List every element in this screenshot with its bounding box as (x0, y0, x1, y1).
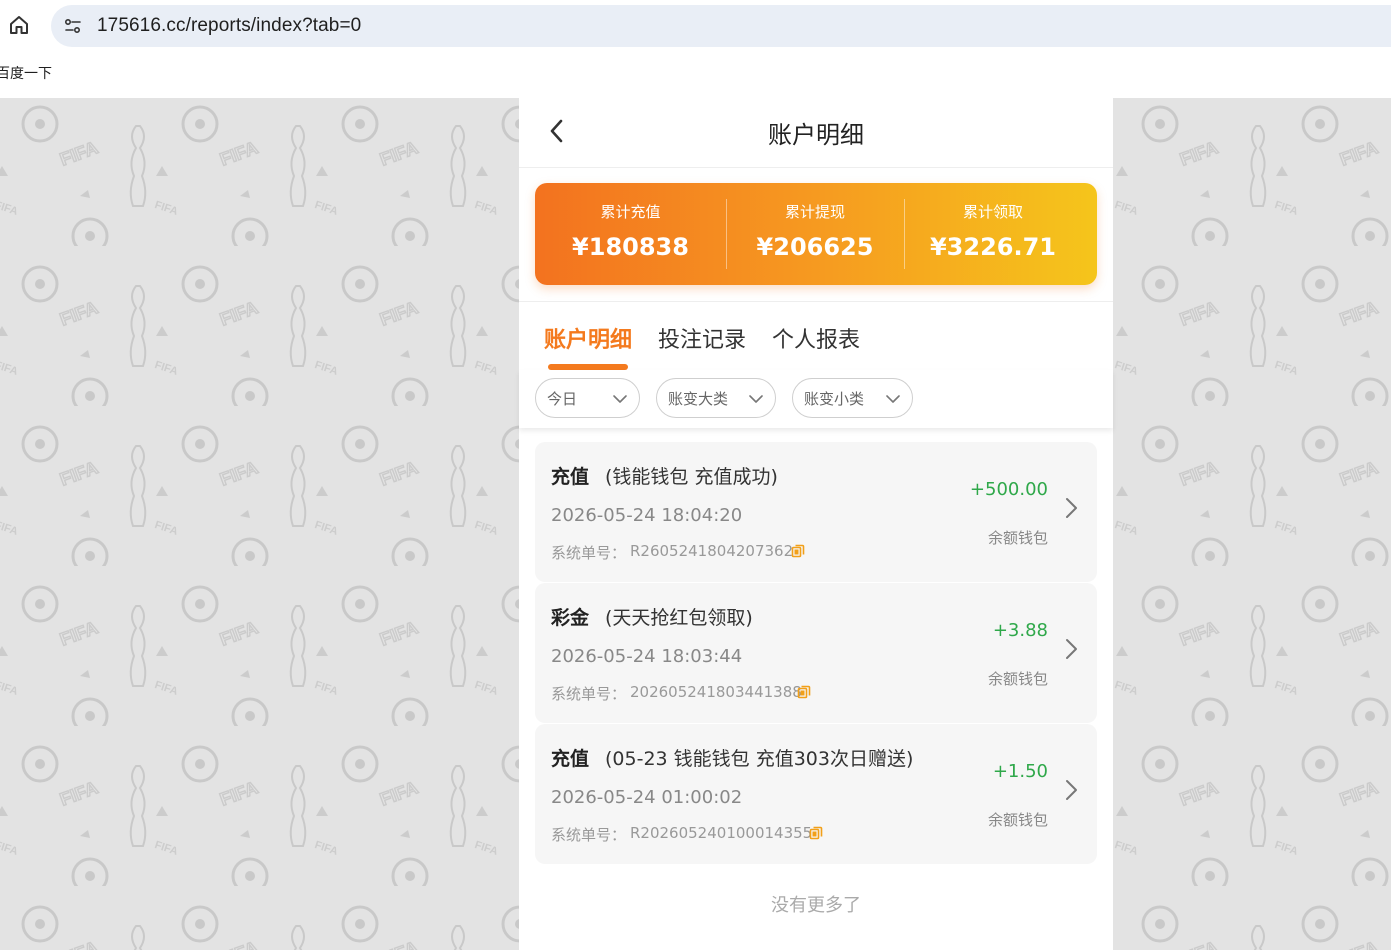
tab-personal-report[interactable]: 个人报表 (772, 322, 860, 354)
copy-icon[interactable] (791, 544, 805, 558)
bookmarks-bar: 百度一下 (0, 54, 1391, 98)
chevron-down-icon (613, 395, 627, 403)
home-icon[interactable] (6, 12, 32, 38)
order-number: R202605240100014355 (630, 824, 813, 842)
filter-label: 账变大类 (668, 390, 729, 408)
mobile-app-panel: 账户明细 累计充值 ¥180838 累计提现 ¥206625 累计领取 ¥322… (519, 98, 1113, 950)
record-type: 充值 (551, 466, 590, 488)
record-description: (05-23 钱能钱包 充值303次日赠送) (605, 748, 914, 770)
record-description: (钱能钱包 充值成功) (605, 466, 778, 488)
record-wallet: 余额钱包 (987, 529, 1048, 547)
chevron-down-icon (886, 395, 900, 403)
summary-card: 累计充值 ¥180838 累计提现 ¥206625 累计领取 ¥3226.71 (535, 183, 1097, 285)
tab-account-details[interactable]: 账户明细 (544, 322, 632, 354)
summary-total-deposit: 累计充值 ¥180838 (535, 183, 726, 285)
url-text[interactable]: 175616.cc/reports/index?tab=0 (97, 15, 361, 37)
tab-bar: 账户明细 投注记录 个人报表 (519, 302, 1113, 372)
tab-bet-records[interactable]: 投注记录 (658, 322, 746, 354)
summary-total-withdraw: 累计提现 ¥206625 (726, 183, 904, 285)
order-number: 202605241803441388 (630, 683, 802, 701)
filter-label: 今日 (547, 390, 578, 408)
record-item[interactable]: 充值 (05-23 钱能钱包 充值303次日赠送) 2026-05-24 01:… (535, 724, 1097, 864)
filter-bar: 今日 账变大类 账变小类 (519, 370, 1113, 428)
record-time: 2026-05-24 18:04:20 (551, 505, 743, 526)
no-more-text: 没有更多了 (771, 895, 861, 916)
record-amount: +500.00 (969, 479, 1048, 500)
record-type: 彩金 (551, 607, 590, 629)
summary-label: 累计领取 (962, 203, 1023, 221)
summary-label: 累计提现 (784, 203, 845, 221)
record-description: (天天抢红包领取) (605, 607, 753, 629)
summary-label: 累计充值 (600, 203, 661, 221)
chevron-down-icon (749, 395, 763, 403)
filter-sub-category[interactable]: 账变小类 (792, 378, 913, 418)
chevron-right-icon (1066, 498, 1077, 518)
summary-value: ¥180838 (572, 233, 689, 261)
filter-date[interactable]: 今日 (535, 378, 640, 418)
record-time: 2026-05-24 01:00:02 (551, 787, 743, 808)
order-number: R2605241804207362 (630, 542, 794, 560)
record-wallet: 余额钱包 (987, 811, 1048, 829)
record-amount: +1.50 (992, 761, 1048, 782)
summary-value: ¥3226.71 (929, 233, 1056, 261)
url-field[interactable]: 175616.cc/reports/index?tab=0 (51, 5, 1391, 47)
summary-value: ¥206625 (756, 233, 874, 261)
filter-main-category[interactable]: 账变大类 (656, 378, 776, 418)
record-type: 充值 (551, 748, 590, 770)
copy-icon[interactable] (809, 826, 823, 840)
copy-icon[interactable] (797, 685, 811, 699)
app-header: 账户明细 (519, 98, 1113, 168)
browser-address-bar: 175616.cc/reports/index?tab=0 (0, 0, 1391, 54)
site-settings-icon[interactable] (63, 16, 83, 36)
chevron-right-icon (1066, 780, 1077, 800)
page-title: 账户明细 (768, 121, 864, 149)
order-number-label: 系统单号： (551, 685, 627, 703)
record-time: 2026-05-24 18:03:44 (551, 646, 743, 667)
filter-label: 账变小类 (804, 390, 865, 408)
summary-total-claimed: 累计领取 ¥3226.71 (904, 183, 1082, 285)
chevron-right-icon (1066, 639, 1077, 659)
order-number-label: 系统单号： (551, 826, 627, 844)
record-item[interactable]: 充值 (钱能钱包 充值成功) 2026-05-24 18:04:20 系统单号：… (535, 442, 1097, 582)
record-wallet: 余额钱包 (987, 670, 1048, 688)
record-amount: +3.88 (992, 620, 1048, 641)
record-item[interactable]: 彩金 (天天抢红包领取) 2026-05-24 18:03:44 系统单号： 2… (535, 583, 1097, 723)
order-number-label: 系统单号： (551, 544, 627, 562)
bookmark-baidu[interactable]: 百度一下 (0, 63, 52, 83)
